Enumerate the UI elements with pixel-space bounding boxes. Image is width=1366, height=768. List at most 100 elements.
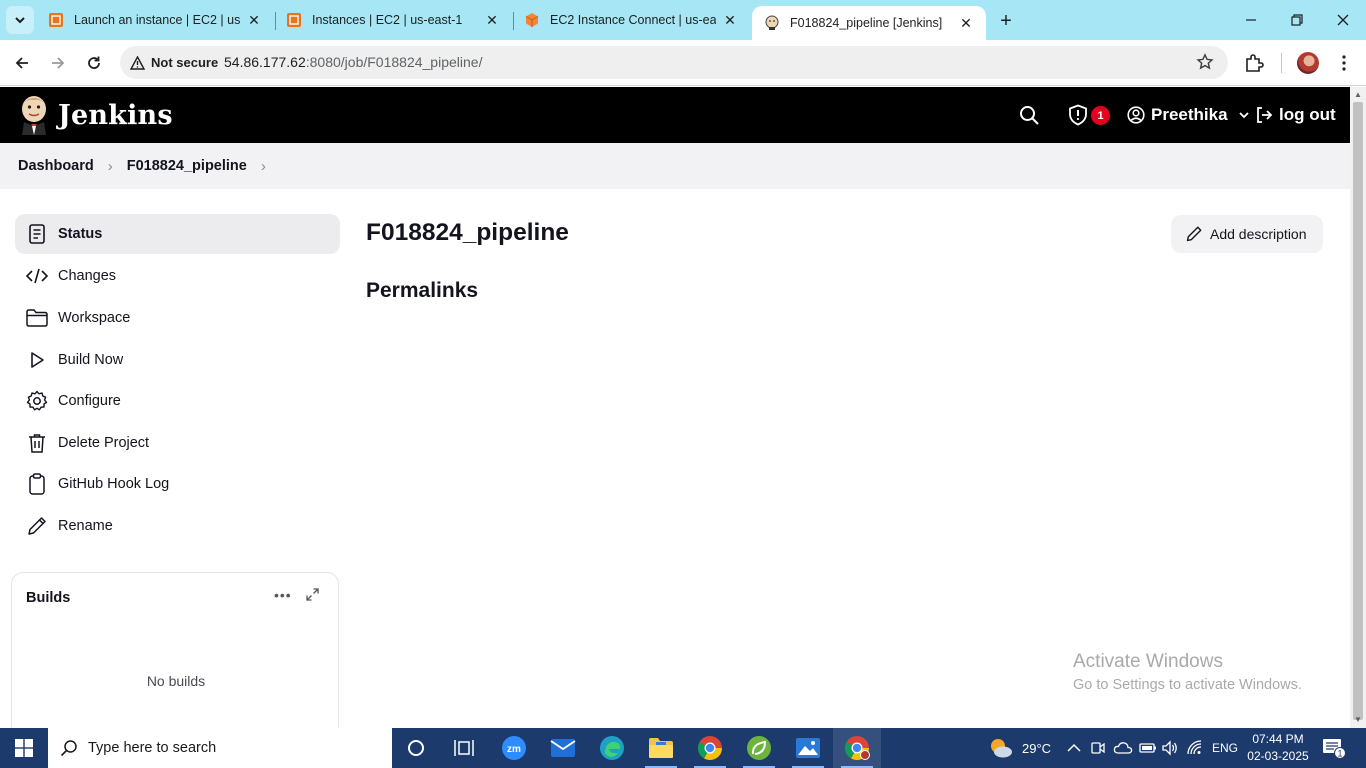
taskbar-clock[interactable]: 07:44 PM 02-03-2025	[1246, 731, 1310, 765]
url-text[interactable]: 54.86.177.62:8080/job/F018824_pipeline/	[224, 54, 482, 70]
security-alerts-button[interactable]	[1068, 87, 1088, 143]
sidebar-item-workspace[interactable]: Workspace	[15, 298, 340, 338]
user-name: Preethika	[1151, 105, 1228, 124]
sidebar-item-delete-project[interactable]: Delete Project	[15, 423, 340, 463]
task-view-button[interactable]	[440, 728, 488, 768]
start-button[interactable]	[0, 728, 48, 768]
edge-browser-icon	[600, 736, 624, 760]
taskbar-app-chrome[interactable]	[686, 728, 734, 768]
security-label: Not secure	[151, 55, 219, 70]
minimize-button[interactable]	[1228, 0, 1274, 40]
meet-now-icon[interactable]	[1091, 728, 1105, 768]
logout-label: log out	[1279, 105, 1336, 124]
taskbar-app-file-explorer[interactable]	[637, 728, 685, 768]
close-icon[interactable]: ✕	[484, 12, 500, 28]
browser-tab-instance-connect[interactable]: EC2 Instance Connect | us-east-1 ✕	[512, 0, 750, 40]
arrow-left-icon	[15, 57, 28, 69]
task-view-icon	[454, 740, 474, 756]
windows-logo-icon	[15, 739, 33, 757]
taskbar-app-spring-tool[interactable]	[735, 728, 783, 768]
volume-icon[interactable]	[1161, 728, 1179, 768]
sidebar-item-build-now[interactable]: Build Now	[15, 340, 340, 380]
tab-search-button[interactable]	[6, 6, 34, 34]
arrow-right-icon	[52, 57, 65, 69]
more-options-icon[interactable]: •••	[274, 587, 292, 603]
zoom-app-icon: zm	[502, 736, 526, 760]
bookmark-star-icon[interactable]	[1196, 53, 1214, 76]
sidebar-item-github-hook-log[interactable]: GitHub Hook Log	[15, 464, 340, 504]
sidebar-item-status[interactable]: Status	[15, 214, 340, 254]
wifi-icon[interactable]	[1187, 728, 1205, 768]
tray-overflow-chevron-icon[interactable]	[1067, 728, 1081, 768]
taskbar-app-photos[interactable]	[784, 728, 832, 768]
action-center-button[interactable]: 1	[1322, 728, 1346, 768]
new-tab-button[interactable]: +	[994, 9, 1018, 33]
site-security-chip[interactable]: Not secure	[126, 50, 226, 75]
header-search-button[interactable]	[1019, 87, 1040, 143]
gear-icon	[25, 389, 49, 413]
builds-title: Builds	[26, 590, 71, 606]
browser-menu-button[interactable]	[1331, 50, 1357, 76]
add-description-button[interactable]: Add description	[1171, 215, 1323, 253]
taskbar-app-chrome-profile[interactable]	[833, 728, 881, 768]
taskbar-app-edge[interactable]	[588, 728, 636, 768]
chevron-right-icon[interactable]: ›	[261, 158, 266, 175]
window-close-button[interactable]	[1320, 0, 1366, 40]
chrome-browser-icon	[697, 736, 722, 761]
sidebar-item-rename[interactable]: Rename	[15, 506, 340, 546]
windows-activation-watermark: Activate Windows Go to Settings to activ…	[1073, 651, 1302, 693]
sidebar-item-changes[interactable]: Changes	[15, 256, 340, 296]
profile-avatar[interactable]	[1295, 50, 1321, 76]
forward-button[interactable]	[44, 49, 72, 77]
browser-toolbar: Not secure 54.86.177.62:8080/job/F018824…	[0, 40, 1366, 86]
network-cloud-icon[interactable]	[1113, 728, 1133, 768]
input-language-indicator[interactable]: ENG	[1212, 728, 1238, 768]
reload-button[interactable]	[80, 49, 108, 77]
jenkins-icon	[764, 15, 780, 31]
weather-widget[interactable]: 29°C	[988, 728, 1051, 768]
close-icon[interactable]: ✕	[722, 12, 738, 28]
sidebar-item-label: Workspace	[58, 310, 131, 326]
restore-button[interactable]	[1274, 0, 1320, 40]
document-icon	[25, 222, 49, 246]
shield-alert-icon	[1069, 104, 1087, 126]
sidebar-item-label: Rename	[58, 518, 113, 534]
restore-icon	[1291, 14, 1303, 26]
page-scrollbar[interactable]: ▲ ▼	[1350, 87, 1366, 728]
close-icon[interactable]: ✕	[958, 15, 974, 31]
browser-tab-instances[interactable]: Instances | EC2 | us-east-1 ✕	[274, 0, 512, 40]
logout-link[interactable]: log out	[1255, 87, 1336, 143]
user-menu[interactable]: Preethika	[1127, 87, 1250, 143]
notification-badge[interactable]: 1	[1091, 106, 1110, 125]
jenkins-home-link[interactable]: Jenkins	[18, 95, 173, 135]
scroll-up-icon[interactable]: ▲	[1354, 90, 1362, 99]
breadcrumb: Dashboard › F018824_pipeline ›	[0, 143, 1350, 189]
permalinks-heading: Permalinks	[366, 279, 479, 302]
address-bar[interactable]: Not secure 54.86.177.62:8080/job/F018824…	[120, 46, 1228, 79]
cortana-button[interactable]	[392, 728, 440, 768]
breadcrumb-dashboard[interactable]: Dashboard	[18, 158, 94, 174]
back-button[interactable]	[8, 49, 36, 77]
sidebar-item-label: Status	[58, 226, 103, 242]
search-icon	[1020, 105, 1039, 125]
chevron-right-icon: ›	[107, 157, 113, 175]
taskbar-search-box[interactable]: Type here to search	[48, 728, 392, 768]
clock-time: 07:44 PM	[1252, 732, 1304, 746]
logout-icon	[1257, 107, 1273, 123]
browser-tab-jenkins[interactable]: F018824_pipeline [Jenkins] ✕	[752, 6, 986, 40]
breadcrumb-job[interactable]: F018824_pipeline	[127, 158, 247, 174]
scroll-down-icon[interactable]: ▼	[1354, 715, 1362, 724]
browser-tab-launch-instance[interactable]: Launch an instance | EC2 | us-east-1 ✕	[36, 0, 274, 40]
expand-icon[interactable]	[306, 588, 319, 606]
search-icon	[60, 740, 77, 757]
clipboard-icon	[25, 472, 49, 496]
taskbar-app-mail[interactable]	[539, 728, 587, 768]
close-icon[interactable]: ✕	[246, 12, 262, 28]
taskbar-app-zoom[interactable]: zm	[490, 728, 538, 768]
extensions-puzzle-icon[interactable]	[1241, 50, 1267, 76]
sidebar-item-configure[interactable]: Configure	[15, 381, 340, 421]
watermark-title: Activate Windows	[1073, 651, 1223, 672]
chevron-down-icon	[1238, 112, 1249, 119]
scrollbar-thumb[interactable]	[1353, 102, 1363, 720]
battery-icon[interactable]	[1139, 728, 1157, 768]
